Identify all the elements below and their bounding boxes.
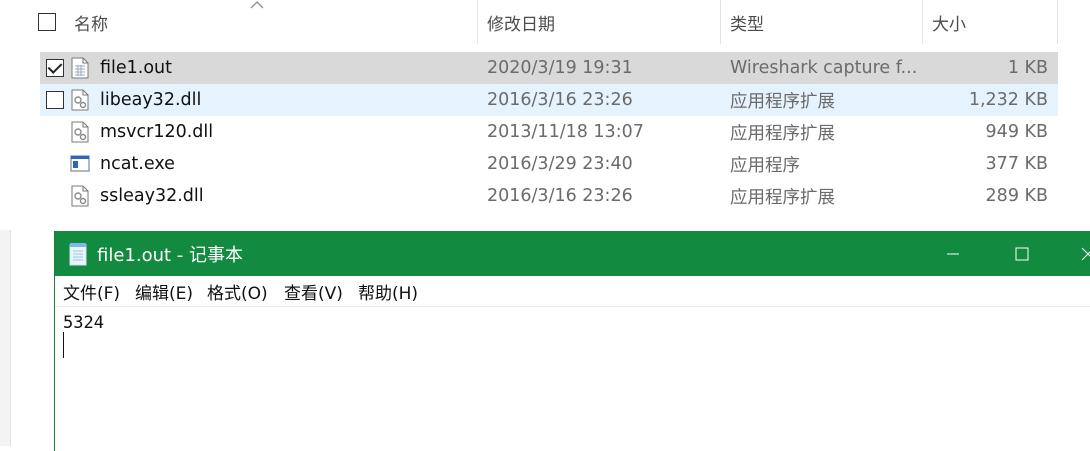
column-date[interactable]: 修改日期 — [487, 0, 555, 44]
file-name[interactable]: ssleay32.dll — [100, 180, 204, 212]
notepad-icon — [69, 243, 87, 266]
row-checkbox[interactable] — [46, 59, 64, 77]
file-size: 1,232 KB — [968, 90, 1048, 110]
file-size: 377 KB — [985, 154, 1048, 174]
file-type: 应用程序扩展 — [730, 91, 835, 112]
dll-icon — [71, 121, 89, 143]
file-row[interactable]: msvcr120.dll 2013/11/18 13:07 应用程序扩展 949… — [40, 116, 1058, 148]
file-name[interactable]: file1.out — [100, 52, 172, 84]
sort-ascending-icon — [250, 1, 264, 9]
generic-file-icon — [71, 57, 89, 79]
column-divider[interactable] — [922, 0, 923, 44]
column-type[interactable]: 类型 — [730, 0, 764, 44]
select-all-checkbox[interactable] — [38, 13, 56, 31]
file-type: Wireshark capture f... — [730, 58, 918, 78]
dll-icon — [71, 185, 89, 207]
menu-view[interactable]: 查看(V) — [284, 276, 343, 306]
file-explorer: 名称 修改日期 类型 大小 file1.out 2020/3/19 19:31 … — [0, 0, 1090, 230]
title-bar[interactable]: file1.out - 记事本 — [55, 231, 1090, 276]
file-name[interactable]: msvcr120.dll — [100, 116, 213, 148]
menu-help[interactable]: 帮助(H) — [358, 276, 418, 306]
text-editor[interactable]: 5324 — [55, 307, 1090, 451]
minimize-icon — [947, 253, 959, 254]
maximize-button[interactable] — [999, 231, 1045, 276]
file-date: 2016/3/29 23:40 — [487, 154, 633, 174]
file-row[interactable]: file1.out 2020/3/19 19:31 Wireshark capt… — [40, 52, 1058, 84]
file-date: 2016/3/16 23:26 — [487, 90, 633, 110]
exe-icon — [70, 155, 90, 172]
file-type: 应用程序扩展 — [730, 187, 835, 208]
menu-bar: 文件(F) 编辑(E) 格式(O) 查看(V) 帮助(H) — [55, 276, 1090, 307]
minimize-button[interactable] — [930, 231, 976, 276]
file-size: 949 KB — [985, 122, 1048, 142]
text-caret — [63, 332, 64, 358]
file-date: 2016/3/16 23:26 — [487, 186, 633, 206]
file-row[interactable]: libeay32.dll 2016/3/16 23:26 应用程序扩展 1,23… — [40, 84, 1058, 116]
file-date: 2013/11/18 13:07 — [487, 122, 644, 142]
column-size[interactable]: 大小 — [932, 0, 966, 44]
file-type: 应用程序 — [730, 155, 800, 176]
file-type: 应用程序扩展 — [730, 123, 835, 144]
file-row[interactable]: ssleay32.dll 2016/3/16 23:26 应用程序扩展 289 … — [40, 180, 1058, 212]
dll-icon — [71, 89, 89, 111]
file-name[interactable]: ncat.exe — [100, 148, 175, 180]
menu-file[interactable]: 文件(F) — [63, 276, 120, 306]
column-header: 名称 修改日期 类型 大小 — [38, 0, 1058, 44]
editor-content[interactable]: 5324 — [63, 313, 104, 333]
column-divider[interactable] — [1057, 0, 1058, 44]
file-date: 2020/3/19 19:31 — [487, 58, 633, 78]
column-divider[interactable] — [477, 0, 478, 44]
close-icon — [1081, 247, 1090, 260]
file-name[interactable]: libeay32.dll — [100, 84, 201, 116]
close-button[interactable] — [1067, 231, 1090, 276]
file-row[interactable]: ncat.exe 2016/3/29 23:40 应用程序 377 KB — [40, 148, 1058, 180]
column-divider[interactable] — [720, 0, 721, 44]
menu-edit[interactable]: 编辑(E) — [135, 276, 193, 306]
notepad-window: file1.out - 记事本 文件(F) 编辑(E) 格式(O) 查看(V) … — [54, 231, 1090, 451]
window-title: file1.out - 记事本 — [97, 244, 244, 266]
maximize-icon — [1015, 247, 1029, 260]
file-size: 1 KB — [1007, 58, 1048, 78]
column-name[interactable]: 名称 — [74, 0, 108, 44]
menu-format[interactable]: 格式(O) — [207, 276, 268, 306]
file-size: 289 KB — [985, 186, 1048, 206]
row-checkbox[interactable] — [46, 91, 64, 109]
